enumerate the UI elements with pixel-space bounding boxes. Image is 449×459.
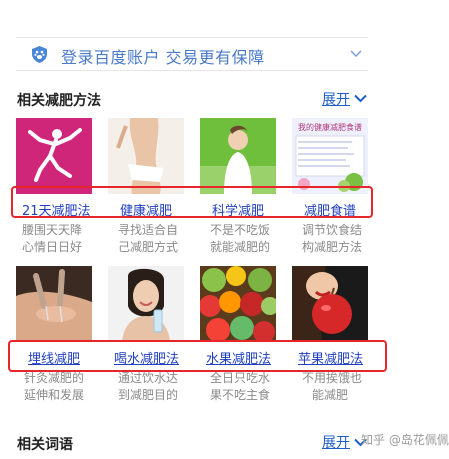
card-desc-line2: 能减肥 xyxy=(312,388,349,402)
thumbnail-recipe[interactable]: 我的健康减肥食谱 xyxy=(292,118,368,194)
card-desc-line1: 腰围天天降 xyxy=(22,223,83,237)
expand-link[interactable]: 展开 xyxy=(322,432,350,452)
card-desc-line2: 构减肥方法 xyxy=(302,240,363,254)
thumbnail-woman-green[interactable] xyxy=(200,118,276,194)
thumbnail-fruit[interactable] xyxy=(200,266,276,342)
card-desc-line2: 到减肥目的 xyxy=(118,388,179,402)
baidu-login-bar[interactable]: 登录百度账户 交易更有保障 xyxy=(16,37,368,71)
card-desc-line1: 通过饮水达 xyxy=(118,371,179,385)
section-title-related-words: 相关词语 xyxy=(17,437,73,453)
card-desc-line1: 不用挨饿也 xyxy=(302,371,363,385)
card-desc-line2: 心情日日好 xyxy=(22,240,83,254)
expand-link[interactable]: 展开 xyxy=(322,89,350,109)
thumbnail-body[interactable] xyxy=(108,118,184,194)
card-desc-line1: 不是不吃饭 xyxy=(210,223,271,237)
chevron-down-icon[interactable] xyxy=(354,94,367,103)
card-desc-line1: 全日只吃水 xyxy=(210,371,271,385)
card-desc-line1: 寻找适合自 xyxy=(118,223,179,237)
thumbnail-acupuncture[interactable] xyxy=(16,266,92,342)
thumbnail-apple[interactable] xyxy=(292,266,368,342)
card-desc-line1: 针灸减肥的 xyxy=(24,371,85,385)
watermark: 知乎 @岛花佩佩 xyxy=(361,431,449,448)
card-desc-line2: 果不吃主食 xyxy=(210,388,271,402)
card-desc-line2: 己减肥方式 xyxy=(118,240,179,254)
chevron-down-icon[interactable] xyxy=(350,49,362,58)
recipe-thumb-text: 我的健康减肥食谱 xyxy=(298,123,362,132)
thumbnail-water[interactable] xyxy=(108,266,184,342)
paw-icon xyxy=(32,46,47,63)
thumbnail-fitness[interactable] xyxy=(16,118,92,194)
card-desc-line2: 就能减肥的 xyxy=(210,240,271,254)
highlight-box-row2 xyxy=(8,340,387,372)
watermark-text: 知乎 @岛花佩佩 xyxy=(361,433,449,447)
card-desc-line1: 调节饮食结 xyxy=(302,223,363,237)
card-desc-line2: 延伸和发展 xyxy=(24,388,85,402)
highlight-box-row1 xyxy=(11,186,373,218)
login-prompt[interactable]: 登录百度账户 交易更有保障 xyxy=(61,44,265,68)
section-title-methods: 相关减肥方法 xyxy=(17,93,101,109)
